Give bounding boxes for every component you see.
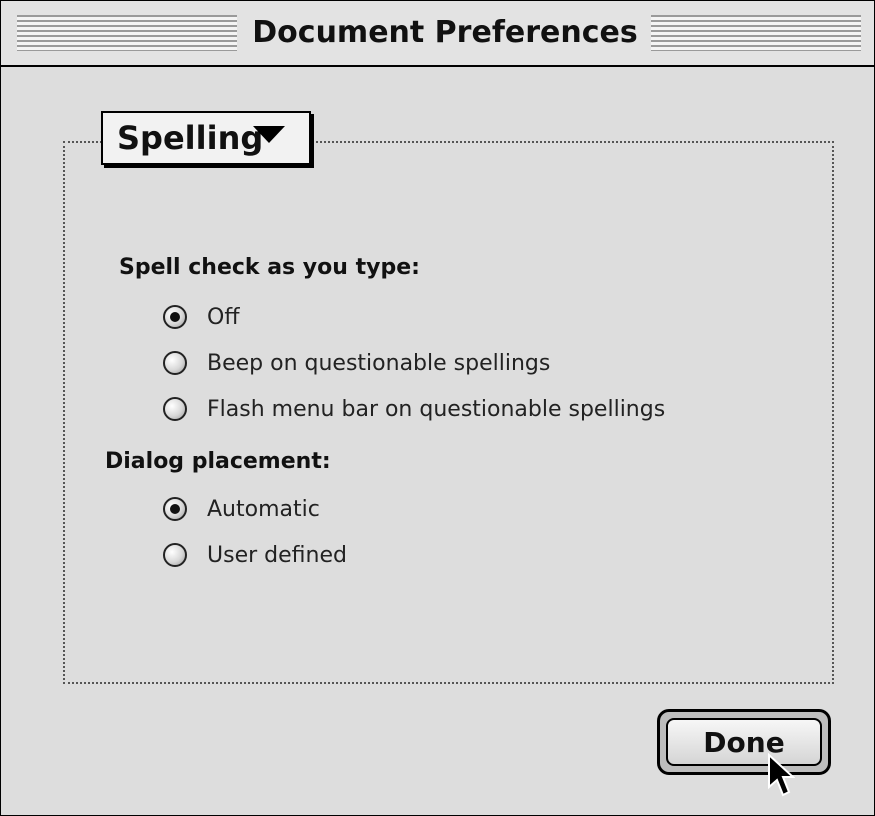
radio-placement-user-defined[interactable]: User defined (163, 537, 347, 573)
radio-spell-flash[interactable]: Flash menu bar on questionable spellings (163, 391, 665, 427)
radio-label: Beep on questionable spellings (207, 350, 551, 376)
radio-placement-automatic[interactable]: Automatic (163, 491, 320, 527)
window-title: Document Preferences (241, 11, 649, 55)
preferences-window: Document Preferences Spelling Spell chec… (0, 0, 875, 816)
radio-label: Automatic (207, 496, 320, 522)
radio-spell-beep[interactable]: Beep on questionable spellings (163, 345, 550, 381)
radio-button-icon (163, 351, 187, 375)
radio-button-icon (163, 543, 187, 567)
radio-button-icon (163, 497, 187, 521)
dialog-placement-heading: Dialog placement: (105, 449, 331, 474)
radio-label: Off (207, 304, 240, 330)
title-bar-stripes-right (651, 15, 861, 51)
done-button[interactable]: Done (657, 709, 831, 775)
title-bar[interactable]: Document Preferences (1, 1, 874, 67)
spell-check-heading: Spell check as you type: (119, 255, 420, 280)
section-popup-label: Spelling (117, 119, 264, 157)
radio-button-icon (163, 305, 187, 329)
radio-label: User defined (207, 542, 347, 568)
section-popup-menu[interactable]: Spelling (101, 111, 311, 165)
radio-label: Flash menu bar on questionable spellings (207, 396, 666, 422)
radio-spell-off[interactable]: Off (163, 299, 239, 335)
done-button-label: Done (666, 718, 822, 766)
title-bar-stripes-left (17, 15, 237, 51)
radio-button-icon (163, 397, 187, 421)
